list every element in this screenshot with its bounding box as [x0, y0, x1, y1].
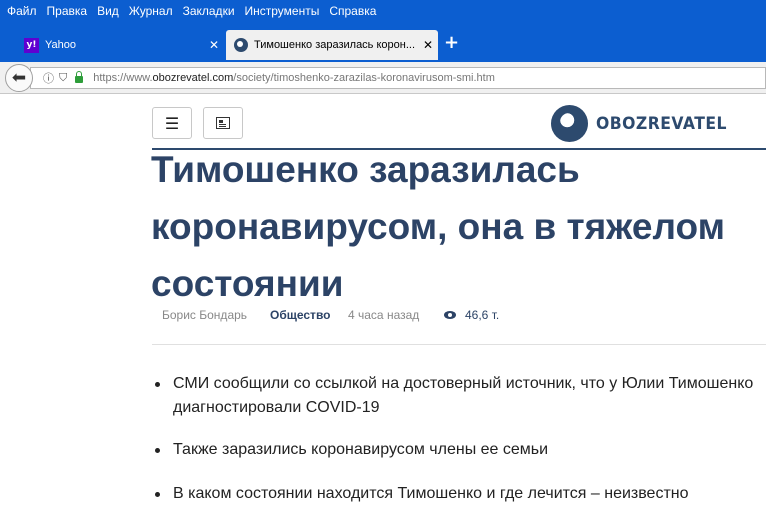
info-icon[interactable]: ⓘ	[43, 70, 54, 86]
back-button[interactable]: ⬅	[5, 64, 33, 92]
list-item: Также заразились коронавирусом члены ее …	[152, 438, 766, 482]
menu-tools[interactable]: Инструменты	[245, 4, 320, 18]
view-count: 46,6 т.	[465, 308, 500, 322]
shield-icon[interactable]: ⛉	[59, 71, 67, 85]
list-item: СМИ сообщили со ссылкой на достоверный и…	[152, 372, 766, 438]
globe-logo-icon	[551, 105, 588, 142]
lock-icon[interactable]	[75, 71, 84, 83]
tab-title: Yahoo	[45, 39, 76, 51]
site-logo[interactable]: OBOZREVATEL	[551, 105, 738, 142]
hamburger-icon: ☰	[164, 113, 180, 133]
hamburger-menu-button[interactable]: ☰	[152, 107, 192, 139]
menu-view[interactable]: Вид	[97, 4, 119, 18]
tab-article[interactable]: Тимошенко заразилась корон... ✕	[226, 30, 438, 60]
menu-bar: Файл Правка Вид Журнал Закладки Инструме…	[0, 0, 766, 22]
globe-icon	[234, 38, 248, 52]
newspaper-icon	[216, 117, 230, 129]
tab-yahoo[interactable]: y! Yahoo ✕	[16, 30, 224, 60]
tab-strip: y! Yahoo ✕ Тимошенко заразилась корон...…	[0, 22, 766, 62]
list-item: В каком состоянии находится Тимошенко и …	[152, 482, 766, 506]
close-icon[interactable]: ✕	[418, 38, 438, 52]
url-bar[interactable]: ⓘ ⛉ https://www.obozrevatel.com/society/…	[30, 67, 766, 89]
menu-help[interactable]: Справка	[329, 4, 376, 18]
article-author[interactable]: Борис Бондарь	[162, 308, 247, 322]
yahoo-icon: y!	[24, 37, 39, 53]
menu-edit[interactable]: Правка	[47, 4, 88, 18]
tab-title: Тимошенко заразилась корон...	[254, 39, 416, 51]
menu-file[interactable]: Файл	[7, 4, 37, 18]
menu-bookmarks[interactable]: Закладки	[183, 4, 235, 18]
article-headline: Тимошенко заразилась коронавирусом, она …	[151, 149, 726, 304]
divider	[152, 344, 766, 345]
logo-text: OBOZREVATEL	[596, 113, 727, 134]
close-icon[interactable]: ✕	[204, 38, 224, 52]
menu-history[interactable]: Журнал	[129, 4, 173, 18]
article-summary-list: СМИ сообщили со ссылкой на достоверный и…	[152, 372, 766, 506]
news-feed-button[interactable]	[203, 107, 243, 139]
arrow-left-icon: ⬅	[11, 68, 27, 88]
article-time: 4 часа назад	[348, 308, 420, 322]
url-text[interactable]: https://www.obozrevatel.com/society/timo…	[93, 72, 495, 84]
article-section[interactable]: Общество	[270, 308, 331, 322]
navigation-bar: ⓘ ⛉ https://www.obozrevatel.com/society/…	[0, 62, 766, 94]
new-tab-plus-icon[interactable]: +	[444, 32, 459, 53]
eye-icon	[444, 311, 456, 319]
